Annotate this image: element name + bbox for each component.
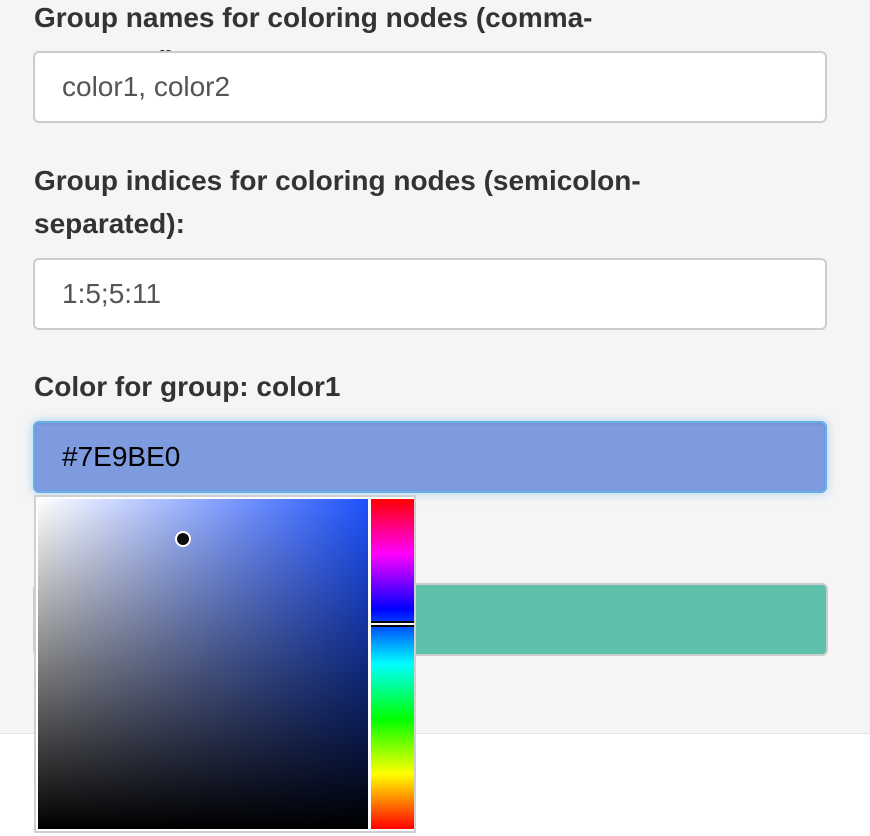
color-group1-label: Color for group: color1 [34,371,341,402]
group-indices-label: Group indices for coloring nodes (semico… [34,165,641,239]
saturation-value-handle[interactable] [175,530,192,547]
saturation-value-area[interactable] [38,499,368,829]
group-names-input[interactable] [33,51,827,123]
hue-slider-handle[interactable] [371,621,414,628]
color-group1-input[interactable] [33,421,827,493]
color-picker-popup [34,495,416,833]
hue-slider[interactable] [371,499,414,829]
group-indices-input[interactable] [33,258,827,330]
